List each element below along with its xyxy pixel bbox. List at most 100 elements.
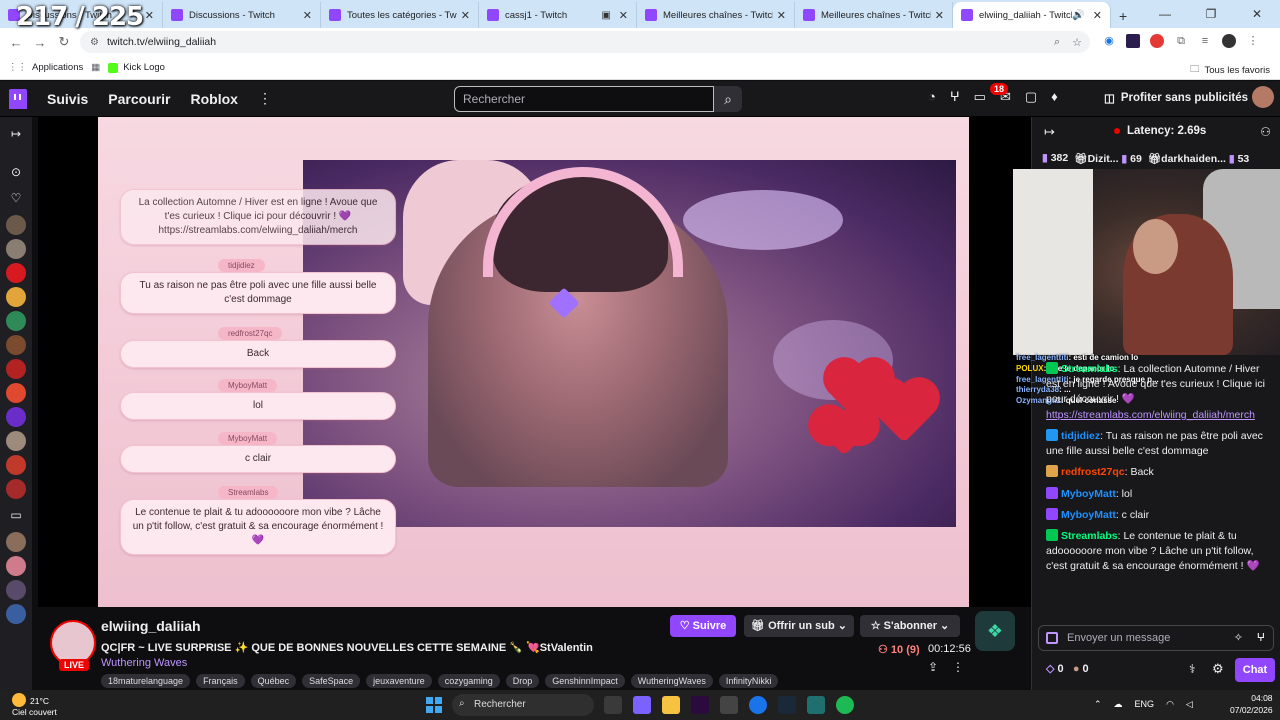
sidebar-channel-avatar[interactable] xyxy=(6,455,26,475)
chat-link[interactable]: https://streamlabs.com/elwiing_daliiah/m… xyxy=(1046,409,1255,421)
sidebar-channel-avatar[interactable] xyxy=(6,604,26,624)
close-icon[interactable]: ✕ xyxy=(303,9,312,22)
windows-start-icon[interactable] xyxy=(426,697,442,713)
speaker-icon[interactable]: 🔊 xyxy=(1072,10,1084,21)
sidebar-channel-avatar[interactable] xyxy=(6,431,26,451)
sidebar-channel-avatar[interactable] xyxy=(6,335,26,355)
subscribe-button[interactable]: ☆ S'abonner ⌄ xyxy=(860,615,960,637)
tag[interactable]: 18maturelanguage xyxy=(101,674,191,688)
close-window-icon[interactable]: ✕ xyxy=(1234,7,1280,21)
reload-icon[interactable]: ↻ xyxy=(52,34,76,50)
pin-icon[interactable]: ⚕ xyxy=(1189,662,1196,676)
browser-tab[interactable]: cassj1 - Twitch ▣ ✕ xyxy=(479,2,637,28)
nav-browse[interactable]: Parcourir xyxy=(108,91,170,107)
lang-indicator[interactable]: ENG xyxy=(1135,699,1155,710)
sidebar-channel-avatar[interactable] xyxy=(6,479,26,499)
more-menu-icon[interactable]: ⋮ xyxy=(258,90,272,107)
cloud-icon[interactable]: ☁ xyxy=(1114,699,1123,710)
community-icon[interactable]: ⚇ xyxy=(1260,125,1271,139)
extension-icon[interactable] xyxy=(1126,34,1140,48)
bookmark-kick[interactable]: Kick Logo xyxy=(108,62,165,73)
tag[interactable]: SafeSpace xyxy=(302,674,361,688)
tag[interactable]: WutheringWaves xyxy=(630,674,713,688)
sidebar-channel-avatar[interactable] xyxy=(6,383,26,403)
app-icon[interactable] xyxy=(633,696,651,714)
user-avatar[interactable] xyxy=(1252,86,1274,108)
sidebar-channel-avatar[interactable] xyxy=(6,287,26,307)
camera-icon[interactable]: ▭ xyxy=(0,502,32,528)
browser-tab[interactable]: Meilleures chaînes - Twitch ✕ xyxy=(795,2,953,28)
playlist-icon[interactable]: ≡ xyxy=(1198,34,1212,48)
whisper-icon[interactable]: ▢ xyxy=(1025,89,1037,105)
close-icon[interactable]: ✕ xyxy=(935,9,944,22)
bookmark-star-icon[interactable]: ☆ xyxy=(1072,36,1082,49)
sidebar-channel-avatar[interactable] xyxy=(6,532,26,552)
twitch-turbo-icon[interactable]: ⵖ xyxy=(1257,631,1265,644)
task-view-icon[interactable] xyxy=(604,696,622,714)
live-channels-icon[interactable]: ⊙ xyxy=(0,159,32,185)
sidebar-channel-avatar[interactable] xyxy=(6,359,26,379)
channel-name[interactable]: elwiing_daliiah xyxy=(101,618,201,634)
tag[interactable]: Québec xyxy=(250,674,297,688)
more-options-icon[interactable]: ⋮ xyxy=(952,660,964,674)
chat-message-input[interactable]: Envoyer un message ✧ ⵖ xyxy=(1038,625,1274,651)
browser-tab[interactable]: Discussions - Twitch ✕ xyxy=(163,2,321,28)
obs-icon[interactable] xyxy=(720,696,738,714)
browser-tab[interactable]: Meilleures chaînes - Twitch ✕ xyxy=(637,2,795,28)
stream-frame[interactable]: La collection Automne / Hiver est en lig… xyxy=(98,117,969,607)
expand-sidebar-icon[interactable]: ↦ xyxy=(0,121,32,147)
tag[interactable]: GenshinnImpact xyxy=(545,674,625,688)
weather-widget[interactable]: 21°C Ciel couvert xyxy=(12,693,57,718)
sidebar-channel-avatar[interactable] xyxy=(6,311,26,331)
premiere-icon[interactable] xyxy=(691,696,709,714)
spotify-icon[interactable] xyxy=(836,696,854,714)
file-explorer-icon[interactable] xyxy=(662,696,680,714)
close-icon[interactable]: ✕ xyxy=(461,9,470,22)
sidebar-channel-avatar[interactable] xyxy=(6,556,26,576)
chat-identity-icon[interactable] xyxy=(1046,632,1058,644)
close-icon[interactable]: ✕ xyxy=(619,9,628,22)
profile-avatar-icon[interactable] xyxy=(1222,34,1236,48)
steam-icon[interactable] xyxy=(778,696,796,714)
close-icon[interactable]: ✕ xyxy=(145,9,154,22)
new-tab-plus-icon[interactable]: + xyxy=(1119,8,1127,24)
sidebar-channel-avatar[interactable] xyxy=(6,239,26,259)
extension-icon[interactable] xyxy=(1150,34,1164,48)
adfree-button[interactable]: ◫ Profiter sans publicités xyxy=(1104,91,1248,105)
collapse-chat-icon[interactable]: ↦ xyxy=(1044,124,1055,140)
tag[interactable]: InfinityNikki xyxy=(718,674,779,688)
bookmark-grid[interactable]: ▦ xyxy=(91,62,100,73)
site-info-icon[interactable]: ⚙ xyxy=(90,37,99,48)
maximize-icon[interactable]: ❐ xyxy=(1188,7,1234,21)
nav-following[interactable]: Suivis xyxy=(47,91,88,107)
tag[interactable]: Drop xyxy=(505,674,540,688)
browser-tab-active[interactable]: elwiing_daliiah - Twitch 🔊 ✕ xyxy=(953,2,1111,28)
volume-icon[interactable]: ◁ xyxy=(1186,699,1193,710)
close-icon[interactable]: ✕ xyxy=(777,9,786,22)
omnibox[interactable]: ⚙ twitch.tv/elwiing_daliiah ⌕ ☆ xyxy=(80,31,1090,53)
settings-gear-icon[interactable]: ⚙ xyxy=(1212,661,1224,677)
twitch-turbo-icon[interactable]: ⵖ xyxy=(950,89,960,105)
send-chat-button[interactable]: Chat xyxy=(1235,658,1275,682)
wifi-icon[interactable]: ◠ xyxy=(1166,699,1174,710)
zoom-icon[interactable]: ⌕ xyxy=(1054,36,1060,49)
channel-points[interactable]: ◇ 0 ● 0 xyxy=(1046,662,1089,675)
gift-sub-button[interactable]: 🎁︎ Offrir un sub ⌄ xyxy=(744,615,854,637)
extension-icon[interactable]: ◉ xyxy=(1102,34,1116,48)
sidebar-channel-avatar[interactable] xyxy=(6,580,26,600)
search-input[interactable]: Rechercher xyxy=(454,86,714,112)
sidebar-channel-avatar[interactable] xyxy=(6,215,26,235)
chevron-up-icon[interactable]: ⌃ xyxy=(1094,699,1102,710)
taskbar-search[interactable]: ⌕ Rechercher xyxy=(452,694,594,716)
browser-tab[interactable]: Toutes les catégories - Twitch✕ xyxy=(321,2,479,28)
bookmark-apps[interactable]: ⋮⋮ Applications xyxy=(8,62,83,73)
back-arrow-icon[interactable]: ← xyxy=(4,35,28,50)
tag[interactable]: cozygaming xyxy=(437,674,500,688)
forward-arrow-icon[interactable]: → xyxy=(28,35,52,50)
puzzle-icon[interactable]: ⧉ xyxy=(1174,34,1188,48)
tag[interactable]: jeuxaventure xyxy=(366,674,432,688)
kebab-menu-icon[interactable]: ⋮ xyxy=(1246,34,1260,48)
watch-icon[interactable]: ◔ xyxy=(928,89,936,105)
minimize-icon[interactable]: — xyxy=(1142,7,1188,21)
crown-icon[interactable]: ♦ xyxy=(1051,89,1058,105)
